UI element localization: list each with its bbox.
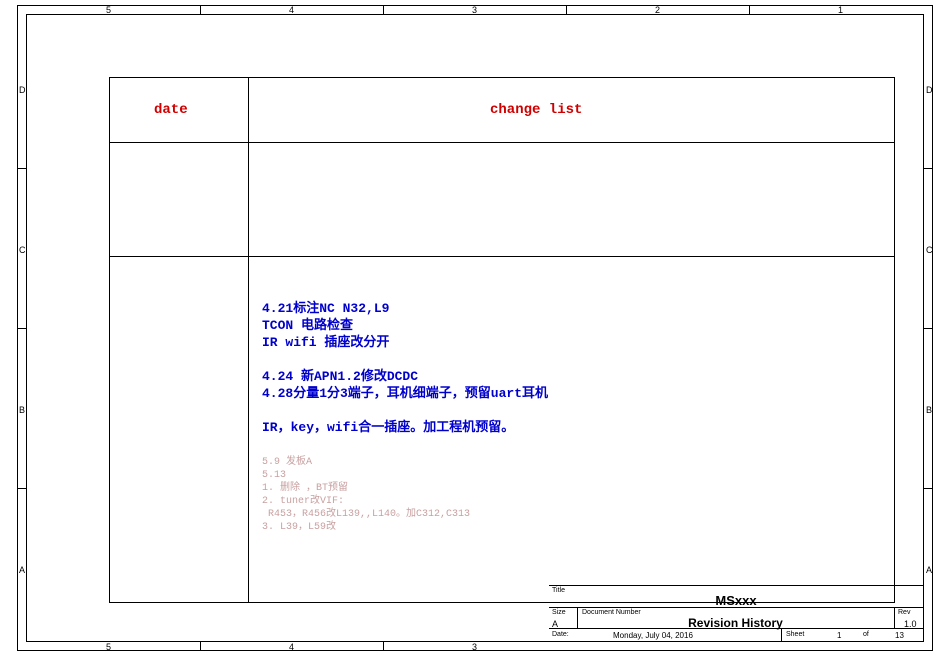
ruler-letter: C <box>926 245 933 255</box>
value-date: Monday, July 04, 2016 <box>613 631 693 640</box>
ruler-number: 4 <box>289 642 294 652</box>
ruler-tick <box>924 168 933 169</box>
value-total: 13 <box>895 631 904 640</box>
title-block: Title MSxxx Size A Document Number Revis… <box>549 585 923 641</box>
ruler-letter: B <box>926 405 932 415</box>
label-docnum: Document Number <box>582 609 641 616</box>
ruler-tick <box>17 488 26 489</box>
ruler-letter: D <box>926 85 933 95</box>
ruler-tick <box>383 5 384 14</box>
ruler-letter: D <box>19 85 26 95</box>
label-rev: Rev <box>898 609 910 616</box>
ruler-tick <box>566 5 567 14</box>
ruler-letter: A <box>19 565 25 575</box>
ruler-number: 2 <box>655 5 660 15</box>
ruler-number: 1 <box>838 5 843 15</box>
ruler-tick <box>17 168 26 169</box>
table-header-changelist: change list <box>490 102 582 118</box>
ruler-tick <box>924 488 933 489</box>
label-size: Size <box>552 609 566 616</box>
ruler-number: 5 <box>106 5 111 15</box>
ruler-number: 3 <box>472 642 477 652</box>
drawing-frame-inner: date change list 4.21标注NC N32,L9 TCON 电路… <box>26 14 924 642</box>
value-sheet: 1 <box>837 631 841 640</box>
ruler-number: 3 <box>472 5 477 15</box>
ruler-letter: C <box>19 245 26 255</box>
ruler-tick <box>200 642 201 651</box>
ruler-tick <box>17 328 26 329</box>
ruler-tick <box>749 5 750 14</box>
ruler-tick <box>383 642 384 651</box>
label-sheet: Sheet <box>786 631 804 638</box>
table-header-date: date <box>154 102 188 118</box>
ruler-number: 5 <box>106 642 111 652</box>
revision-table: date change list 4.21标注NC N32,L9 TCON 电路… <box>109 77 895 603</box>
ruler-tick <box>200 5 201 14</box>
ruler-letter: B <box>19 405 25 415</box>
ruler-letter: A <box>926 565 932 575</box>
ruler-tick <box>924 328 933 329</box>
changelist-primary: 4.21标注NC N32,L9 TCON 电路检查 IR wifi 插座改分开 … <box>262 300 862 436</box>
document-title: MSxxx <box>549 593 923 608</box>
ruler-number: 4 <box>289 5 294 15</box>
label-of: of <box>863 631 869 638</box>
changelist-secondary: 5.9 发板A 5.13 1. 删除 ，BT预留 2. tuner改VIF: R… <box>262 456 862 534</box>
label-date: Date: <box>552 631 569 638</box>
